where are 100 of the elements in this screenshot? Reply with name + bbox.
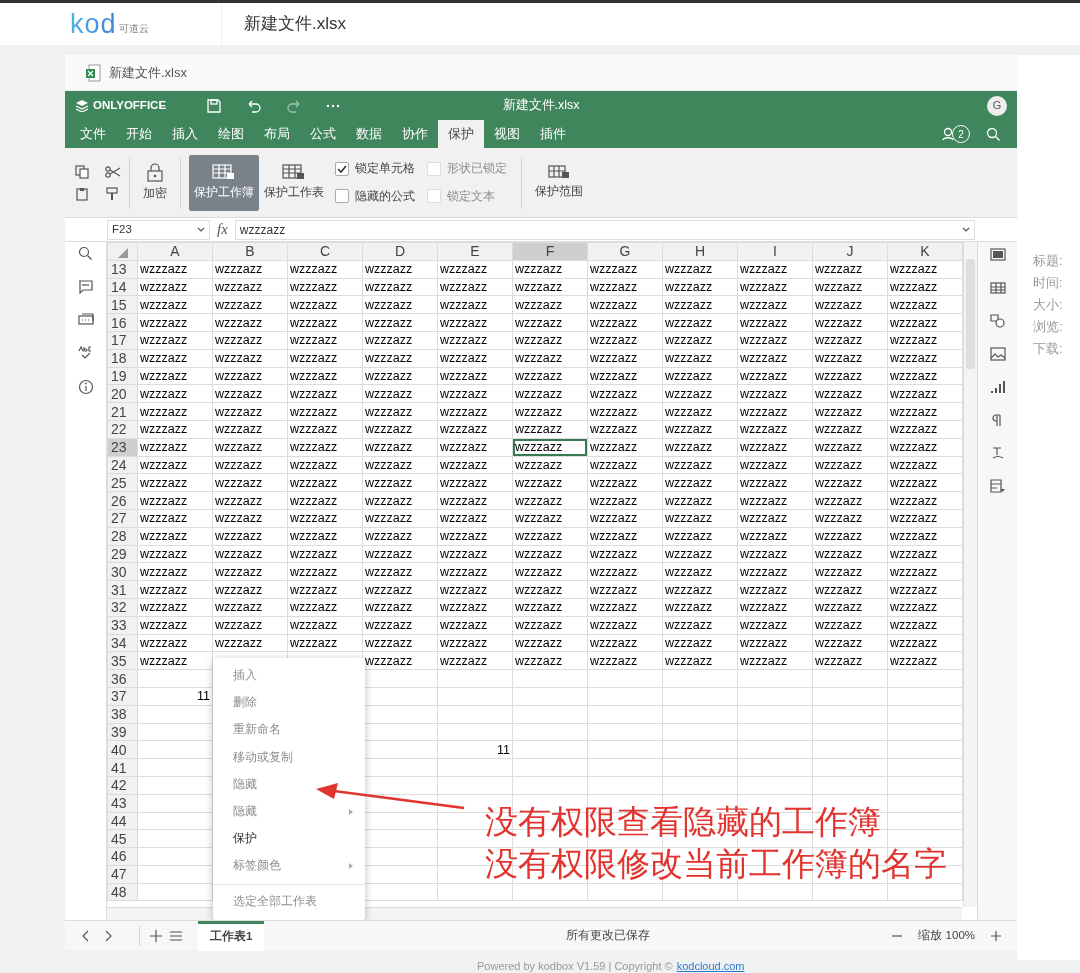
footer-link[interactable]: kodcloud.com: [676, 960, 745, 973]
cut-icon[interactable]: [105, 164, 121, 179]
cell-text: wzzzazz: [365, 511, 413, 526]
zoom-out-icon[interactable]: [892, 934, 903, 937]
paste-icon[interactable]: [75, 186, 89, 201]
cell-text: wzzzazz: [590, 600, 638, 615]
menu-tab[interactable]: 绘图: [208, 120, 254, 148]
search-button[interactable]: [986, 126, 1001, 142]
info-label: 时间:: [1033, 274, 1064, 292]
copy-icon[interactable]: [75, 164, 89, 179]
cell-text: wzzzazz: [365, 600, 413, 615]
comment-icon[interactable]: [78, 280, 93, 294]
protect-button[interactable]: 保护工作表: [259, 154, 329, 211]
vertical-scrollbar[interactable]: [963, 242, 977, 907]
cell-text: wzzzazz: [665, 386, 713, 401]
menu-tab[interactable]: 视图: [484, 120, 530, 148]
cell-text: wzzzazz: [740, 333, 788, 348]
cell-text: wzzzazz: [515, 475, 563, 490]
zoom-in-icon[interactable]: [991, 930, 1001, 941]
column-header[interactable]: A: [137, 242, 213, 261]
column-header[interactable]: C: [287, 242, 363, 261]
menu-tab[interactable]: 数据: [346, 120, 392, 148]
cell-text: wzzzazz: [215, 297, 263, 312]
cell-text: wzzzazz: [440, 368, 488, 383]
sheet-tab[interactable]: 工作表1: [198, 920, 265, 951]
list-icon[interactable]: [170, 930, 182, 941]
cell-text: wzzzazz: [440, 280, 488, 294]
formula-field[interactable]: wzzzazz: [234, 219, 975, 240]
cell-text: wzzzazz: [890, 564, 938, 579]
menu-tab[interactable]: 保护: [438, 120, 484, 148]
cell-text: wzzzazz: [290, 262, 338, 277]
menu-tab[interactable]: 公式: [300, 120, 346, 148]
cell-text: wzzzazz: [665, 315, 713, 330]
format-painter-icon[interactable]: [105, 186, 119, 201]
column-header[interactable]: I: [737, 242, 813, 261]
plus-icon[interactable]: [150, 929, 162, 942]
chart-icon[interactable]: [989, 380, 1006, 394]
more-button[interactable]: [326, 103, 341, 108]
cell-text: 11: [497, 742, 510, 757]
search-icon[interactable]: [78, 246, 93, 261]
cell-text: wzzzazz: [365, 457, 413, 472]
checkbox[interactable]: [335, 189, 349, 204]
column-header[interactable]: B: [212, 242, 288, 261]
menu-tab[interactable]: 布局: [254, 120, 300, 148]
cell-text: wzzzazz: [140, 457, 188, 472]
column-header[interactable]: H: [662, 242, 738, 261]
cell-text: wzzzazz: [665, 618, 713, 633]
save-button[interactable]: [206, 97, 223, 114]
cell-text: wzzzazz: [515, 546, 563, 561]
user-avatar[interactable]: G: [987, 95, 1007, 116]
cell-text: wzzzazz: [515, 280, 563, 294]
cell-text: wzzzazz: [440, 333, 488, 348]
encrypt-button[interactable]: 加密: [138, 154, 172, 211]
column-header[interactable]: D: [362, 242, 438, 261]
column-header[interactable]: G: [587, 242, 663, 261]
cell-text: wzzzazz: [815, 422, 863, 437]
info-icon[interactable]: [77, 379, 94, 395]
cell-text: wzzzazz: [515, 333, 563, 348]
previous-icon[interactable]: [81, 929, 89, 942]
select-all-corner-icon[interactable]: [117, 247, 128, 258]
menu-tab[interactable]: 文件: [70, 120, 116, 148]
cell-text: wzzzazz: [740, 315, 788, 330]
next-icon[interactable]: [105, 929, 113, 942]
cell-text: wzzzazz: [140, 297, 188, 312]
cell-text: wzzzazz: [215, 600, 263, 615]
column-header[interactable]: E: [437, 242, 513, 261]
menu-item[interactable]: 保护: [213, 825, 365, 853]
cell-text: wzzzazz: [215, 457, 263, 472]
info-label: 标题:: [1033, 252, 1064, 270]
cell-text: wzzzazz: [440, 493, 488, 508]
shapes-icon[interactable]: [989, 314, 1006, 328]
spellcheck-icon[interactable]: [78, 346, 93, 360]
checkbox-label: 锁定单元格: [355, 161, 415, 177]
name-box[interactable]: F23: [107, 219, 210, 240]
column-header[interactable]: F: [512, 242, 588, 261]
protect-button[interactable]: 保护工作簿: [189, 154, 259, 211]
cell-text: wzzzazz: [290, 582, 338, 597]
menu-tab[interactable]: 插入: [162, 120, 208, 148]
cell-text: wzzzazz: [515, 386, 563, 401]
undo-button[interactable]: [246, 98, 263, 113]
slide-icon[interactable]: [989, 248, 1006, 262]
chat-icon[interactable]: [77, 313, 94, 327]
menu-tab[interactable]: 插件: [530, 120, 576, 148]
column-header[interactable]: K: [887, 242, 963, 261]
menu-tab[interactable]: 协作: [392, 120, 438, 148]
cell-text: wzzzazz: [665, 404, 713, 419]
column-header[interactable]: J: [812, 242, 888, 261]
cell-text: wzzzazz: [290, 457, 338, 472]
cell-text: wzzzazz: [215, 422, 263, 437]
table-icon[interactable]: [989, 281, 1006, 295]
brand-name: ONLYOFFICE: [93, 97, 167, 113]
cell-text: wzzzazz: [890, 475, 938, 490]
protect-range-button[interactable]: 保护范围: [530, 154, 588, 211]
pivot-icon[interactable]: [989, 479, 1006, 493]
cell-text: wzzzazz: [215, 511, 263, 526]
image-icon[interactable]: [989, 347, 1006, 361]
checkbox[interactable]: [335, 161, 349, 176]
cell-text: wzzzazz: [740, 529, 788, 544]
cell-text: wzzzazz: [290, 475, 338, 490]
menu-tab[interactable]: 开始: [116, 120, 162, 148]
